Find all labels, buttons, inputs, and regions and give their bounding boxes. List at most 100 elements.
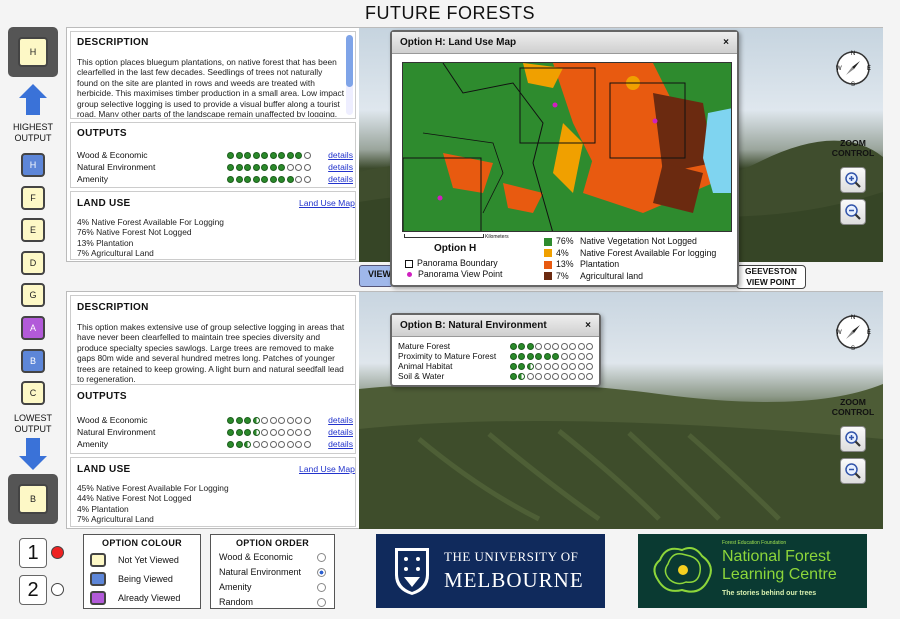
score-dots bbox=[227, 428, 327, 436]
score-dots bbox=[509, 372, 593, 380]
details-link[interactable]: details bbox=[328, 174, 353, 184]
compass-icon-bottom: N S W E bbox=[833, 312, 873, 354]
score-dot bbox=[278, 416, 285, 424]
compass-icon: N S W E bbox=[833, 48, 873, 90]
panorama-viewpoint-legend: Panorama View Point bbox=[405, 269, 502, 280]
output-row: Wood & Economic details bbox=[77, 414, 353, 426]
score-dots bbox=[227, 175, 327, 183]
score-dot bbox=[286, 416, 294, 424]
zoom-out-button-bottom[interactable] bbox=[840, 458, 866, 484]
score-dot bbox=[261, 440, 268, 448]
details-link[interactable]: details bbox=[328, 427, 353, 437]
unimelb-line2: MELBOURNE bbox=[444, 568, 584, 592]
order-option[interactable]: Wood & Economic bbox=[219, 551, 326, 563]
score-dot bbox=[227, 151, 234, 159]
bottom-description-heading: DESCRIPTION bbox=[77, 302, 149, 313]
top-landuse-map-link[interactable]: Land Use Map bbox=[299, 198, 355, 208]
score-dot bbox=[235, 416, 243, 424]
close-icon[interactable]: × bbox=[585, 320, 591, 331]
score-dots bbox=[509, 342, 593, 350]
viewpoint-dot-icon bbox=[407, 272, 412, 278]
score-dot bbox=[518, 342, 525, 350]
order-radio[interactable] bbox=[317, 597, 326, 607]
legend-pct: 13% bbox=[556, 259, 574, 269]
top-landuse-box: LAND USE Land Use Map 4% Native Forest A… bbox=[70, 191, 356, 260]
screen-2-indicator[interactable] bbox=[51, 583, 64, 596]
score-dot bbox=[518, 362, 525, 370]
highest-output-label: HIGHEST OUTPUT bbox=[12, 122, 53, 143]
screen-2-button[interactable]: 2 bbox=[19, 575, 47, 605]
order-option[interactable]: Random bbox=[219, 596, 326, 608]
screen-1-button[interactable]: 1 bbox=[19, 538, 47, 568]
order-option[interactable]: Amenity bbox=[219, 581, 326, 593]
option-button-g[interactable]: G bbox=[21, 283, 45, 308]
score-dot bbox=[295, 175, 302, 183]
option-colour-legend: OPTION COLOUR Not Yet Viewed Being Viewed… bbox=[83, 534, 201, 609]
output-label: Natural Environment bbox=[77, 162, 156, 172]
page-title: FUTURE FORESTS bbox=[364, 3, 535, 23]
ne-row-label: Animal Habitat bbox=[398, 361, 453, 371]
details-link[interactable]: details bbox=[328, 439, 353, 449]
option-button-d[interactable]: D bbox=[21, 250, 45, 275]
option-button-e[interactable]: E bbox=[21, 218, 45, 243]
land-use-map[interactable] bbox=[402, 62, 732, 232]
land-use-map-popup-header: Option H: Land Use Map × bbox=[392, 32, 737, 54]
option-button-f[interactable]: F bbox=[21, 185, 45, 210]
current-option-top[interactable]: H bbox=[8, 27, 58, 77]
top-description-scrollbar[interactable] bbox=[346, 35, 353, 115]
output-label: Amenity bbox=[77, 439, 109, 449]
bottom-landuse-map-link[interactable]: Land Use Map bbox=[299, 464, 355, 474]
score-dot bbox=[227, 175, 234, 183]
order-option-label: Amenity bbox=[219, 582, 252, 592]
details-link[interactable]: details bbox=[328, 162, 353, 172]
score-dot bbox=[509, 372, 517, 380]
score-dot bbox=[586, 372, 593, 380]
legend-pct: 4% bbox=[556, 247, 569, 258]
order-option[interactable]: Natural Environment bbox=[219, 566, 326, 578]
score-dot bbox=[261, 163, 268, 171]
order-option-label: Natural Environment bbox=[219, 567, 302, 577]
score-dot bbox=[261, 175, 268, 183]
colour-legend-label: Already Viewed bbox=[118, 593, 181, 603]
order-option-label: Random bbox=[219, 597, 254, 607]
nflc-small-text: Forest Education Foundation bbox=[722, 540, 787, 546]
option-button-c[interactable]: C bbox=[21, 381, 45, 406]
details-link[interactable]: details bbox=[328, 150, 353, 160]
view-button[interactable]: VIEW bbox=[359, 265, 393, 287]
zoom-in-icon bbox=[845, 172, 861, 188]
geeveston-viewpoint-button[interactable]: GEEVESTON VIEW POINT bbox=[736, 265, 806, 289]
zoom-in-button-top[interactable] bbox=[840, 167, 866, 193]
output-label: Natural Environment bbox=[77, 427, 156, 437]
natural-environment-popup-header: Option B: Natural Environment × bbox=[392, 315, 599, 337]
option-button-b[interactable]: B bbox=[21, 348, 45, 373]
score-dot bbox=[269, 440, 277, 448]
ne-row: Mature Forest bbox=[398, 341, 593, 351]
score-dot bbox=[535, 352, 542, 360]
details-link[interactable]: details bbox=[328, 415, 353, 425]
svg-text:W: W bbox=[836, 66, 842, 72]
screen-1-indicator[interactable] bbox=[51, 546, 64, 559]
option-order-box: OPTION ORDER Wood & Economic Natural Envi… bbox=[210, 534, 335, 609]
score-dot bbox=[252, 151, 260, 159]
order-radio[interactable] bbox=[317, 552, 326, 562]
score-dot bbox=[278, 175, 285, 183]
score-dot bbox=[303, 416, 311, 424]
score-dot bbox=[560, 342, 568, 350]
svg-text:W: W bbox=[836, 330, 842, 336]
unimelb-crest-icon bbox=[395, 548, 429, 595]
option-button-h[interactable]: H bbox=[21, 153, 45, 177]
current-option-bottom[interactable]: B bbox=[8, 474, 58, 524]
close-icon[interactable]: × bbox=[723, 37, 729, 48]
zoom-out-button-top[interactable] bbox=[840, 199, 866, 225]
bottom-landuse-box: LAND USE Land Use Map 45% Native Forest … bbox=[70, 457, 356, 527]
ne-row: Proximity to Mature Forest bbox=[398, 351, 593, 361]
score-dot bbox=[227, 440, 234, 448]
score-dot bbox=[252, 175, 260, 183]
order-radio[interactable] bbox=[317, 582, 326, 592]
score-dot bbox=[252, 440, 260, 448]
zoom-in-button-bottom[interactable] bbox=[840, 426, 866, 452]
score-dot bbox=[252, 163, 260, 171]
option-button-a[interactable]: A bbox=[21, 316, 45, 340]
score-dot bbox=[526, 352, 534, 360]
order-radio[interactable] bbox=[317, 567, 326, 577]
